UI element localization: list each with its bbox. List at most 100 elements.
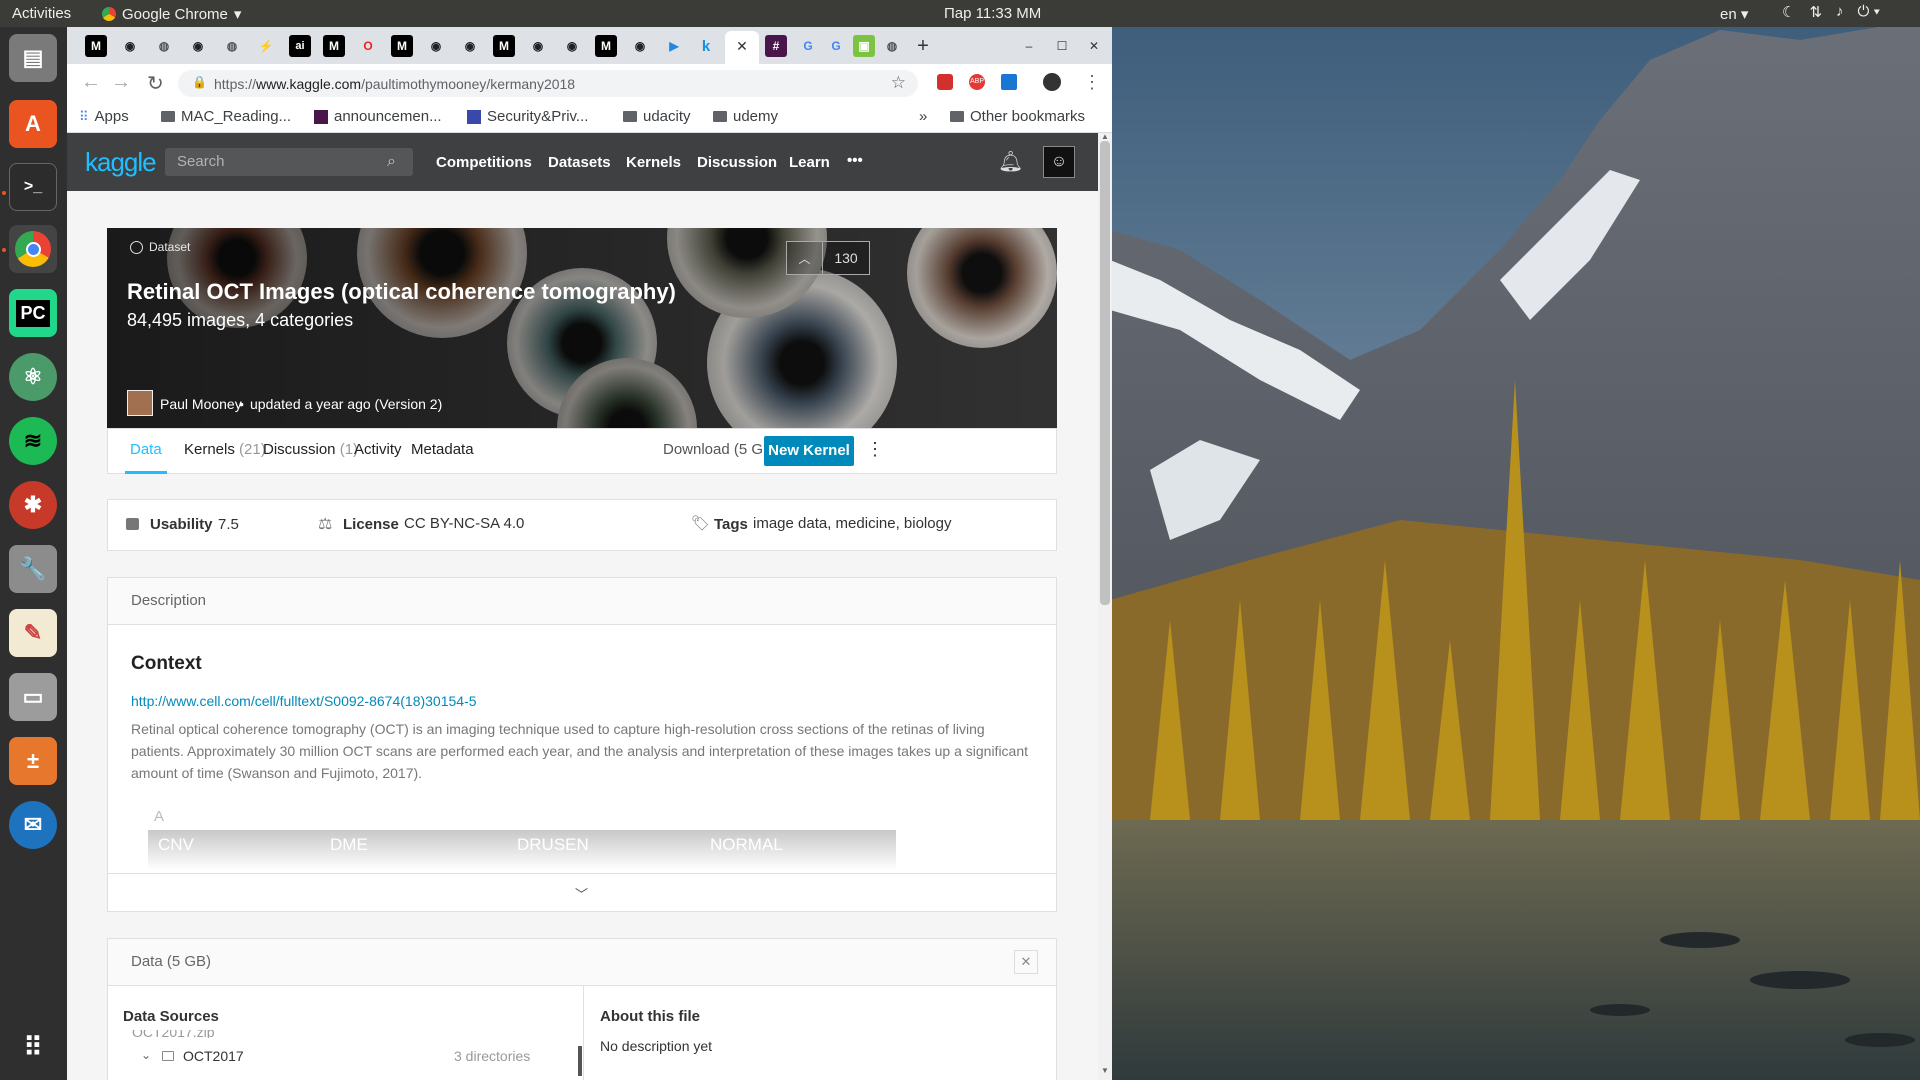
globe-tab-icon[interactable]: ◍ [221, 35, 243, 57]
upvote-arrow-icon[interactable]: ︿ [787, 242, 823, 274]
maximize-button[interactable]: ☐ [1051, 35, 1073, 57]
google-tab-icon[interactable]: G [825, 35, 847, 57]
reload-icon[interactable]: ↻ [147, 71, 164, 96]
download-link[interactable]: Download (5 GB) [663, 441, 778, 458]
nav-datasets[interactable]: Datasets [548, 154, 611, 171]
minimize-button[interactable]: – [1018, 35, 1040, 57]
new-tab-button[interactable]: + [912, 35, 934, 57]
chrome-dock-icon[interactable] [9, 225, 57, 273]
bookmark-star-icon[interactable]: ☆ [891, 73, 906, 93]
nav-discussion[interactable]: Discussion [697, 154, 777, 171]
thunderbird-icon[interactable]: ✉ [9, 801, 57, 849]
globe-tab-icon[interactable]: ◍ [881, 35, 903, 57]
back-icon[interactable]: ← [81, 71, 101, 94]
github-tab-icon[interactable]: ◉ [119, 35, 141, 57]
terminal-icon[interactable]: >_ [9, 163, 57, 211]
page-scrollbar[interactable]: ▲ ▼ [1098, 132, 1112, 1080]
bookmark-announcements[interactable]: announcemen... [314, 108, 442, 125]
tab-data[interactable]: Data [130, 441, 162, 458]
text-editor-icon[interactable]: ✎ [9, 609, 57, 657]
author-name[interactable]: Paul Mooney [160, 396, 242, 412]
github-tab-icon[interactable]: ◉ [527, 35, 549, 57]
scroll-down-icon[interactable]: ▼ [1101, 1066, 1109, 1075]
scanner-icon[interactable]: ▭ [9, 673, 57, 721]
github-tab-icon[interactable]: ◉ [187, 35, 209, 57]
medium-tab-icon[interactable]: M [85, 35, 107, 57]
bookmark-apps[interactable]: ⠿ Apps [79, 108, 129, 125]
github-tab-icon[interactable]: ◉ [459, 35, 481, 57]
fullscreen-icon[interactable]: ✕ [1014, 950, 1038, 974]
medium-tab-icon[interactable]: M [391, 35, 413, 57]
show-apps-icon[interactable]: ⠿ [9, 1023, 57, 1071]
author-avatar[interactable] [127, 390, 153, 416]
expand-description[interactable]: ﹀ [108, 873, 1056, 911]
bookmarks-overflow[interactable]: » [919, 108, 927, 125]
bookmark-security[interactable]: Security&Priv... [467, 108, 588, 125]
new-kernel-button[interactable]: New Kernel [764, 436, 854, 466]
software-center-icon[interactable]: A [9, 100, 57, 148]
bookmark-udacity[interactable]: udacity [623, 108, 691, 125]
nav-kernels[interactable]: Kernels [626, 154, 681, 171]
scrollbar-thumb[interactable] [1100, 141, 1110, 605]
chevron-down-icon[interactable]: ﹀ [575, 884, 588, 903]
adblock-icon[interactable]: ABP [969, 74, 985, 90]
close-tab-icon[interactable]: ✕ [731, 35, 753, 57]
medium-tab-icon[interactable]: M [323, 35, 345, 57]
green-tab-icon[interactable]: ▣ [853, 35, 875, 57]
spotify-icon[interactable]: ≋ [9, 417, 57, 465]
user-avatar[interactable]: ☺ [1043, 146, 1075, 178]
more-options-icon[interactable]: ⋮ [866, 439, 884, 460]
bolt-tab-icon[interactable]: ⚡ [255, 35, 277, 57]
forward-icon[interactable]: → [111, 71, 131, 94]
opera-tab-icon[interactable]: O [357, 35, 379, 57]
other-bookmarks[interactable]: Other bookmarks [950, 108, 1085, 125]
upvote-widget[interactable]: ︿ 130 [786, 241, 870, 275]
ext-mask-icon[interactable] [1043, 73, 1061, 91]
github-tab-icon[interactable]: ◉ [425, 35, 447, 57]
github-tab-icon[interactable]: ◉ [629, 35, 651, 57]
address-bar[interactable]: 🔒 https://www.kaggle.com/paultimothymoon… [178, 70, 918, 97]
clock[interactable]: Пар 11:33 ММ [944, 5, 1041, 22]
bookmark-mac-reading[interactable]: MAC_Reading... [161, 108, 291, 125]
context-link[interactable]: http://www.cell.com/cell/fulltext/S0092-… [131, 693, 477, 709]
tab-metadata[interactable]: Metadata [411, 441, 474, 458]
globe-tab-icon[interactable]: ◍ [153, 35, 175, 57]
nav-competitions[interactable]: Competitions [436, 154, 532, 171]
activities-button[interactable]: Activities [12, 5, 71, 22]
app-menu[interactable]: Google Chrome ▾ [102, 5, 241, 23]
tab-activity[interactable]: Activity [354, 441, 402, 458]
zip-file-row[interactable]: OCT2017.zip [132, 1030, 214, 1038]
folder-row[interactable]: ⌄ OCT2017 3 directories [108, 1044, 576, 1070]
tab-discussion[interactable]: Discussion (1) [263, 441, 358, 458]
nav-learn[interactable]: Learn [789, 154, 830, 171]
ai-tab-icon[interactable]: ai [289, 35, 311, 57]
pycharm-icon[interactable]: PC [9, 289, 57, 337]
kaggle-tab-icon[interactable]: k [695, 35, 717, 57]
search-input[interactable]: Search [165, 148, 413, 176]
github-tab-icon[interactable]: ◉ [561, 35, 583, 57]
nav-more[interactable]: ••• [847, 152, 863, 169]
system-tools-icon[interactable]: 🔧 [9, 545, 57, 593]
bookmark-udemy[interactable]: udemy [713, 108, 778, 125]
play-tab-icon[interactable]: ▶ [663, 35, 685, 57]
files-icon[interactable]: ▤ [9, 34, 57, 82]
language-indicator[interactable]: en ▾ [1720, 5, 1748, 23]
menu-kebab-icon[interactable]: ⋮ [1083, 72, 1101, 93]
ext-calendar-icon[interactable] [1001, 74, 1017, 90]
ext-video-icon[interactable] [937, 74, 953, 90]
tags-value[interactable]: image data, medicine, biology [753, 515, 951, 532]
notification-bell-icon[interactable]: 🔔︎ [998, 149, 1023, 174]
settings-icon[interactable]: ✱ [9, 481, 57, 529]
scroll-up-icon[interactable]: ▲ [1101, 132, 1109, 141]
google-tab-icon[interactable]: G [797, 35, 819, 57]
slack-tab-icon[interactable]: # [765, 35, 787, 57]
close-window-button[interactable]: ✕ [1083, 35, 1105, 57]
system-tray[interactable]: ☾ ⇅ ♪ ⏻ ▾ [1782, 3, 1880, 21]
medium-tab-icon[interactable]: M [595, 35, 617, 57]
search-icon[interactable]: ⌕ [387, 153, 396, 171]
panel-scrollbar[interactable] [578, 1046, 582, 1076]
tab-kernels[interactable]: Kernels (21) [184, 441, 266, 458]
atom-icon[interactable]: ⚛ [9, 353, 57, 401]
medium-tab-icon[interactable]: M [493, 35, 515, 57]
license-value[interactable]: CC BY-NC-SA 4.0 [404, 515, 524, 532]
